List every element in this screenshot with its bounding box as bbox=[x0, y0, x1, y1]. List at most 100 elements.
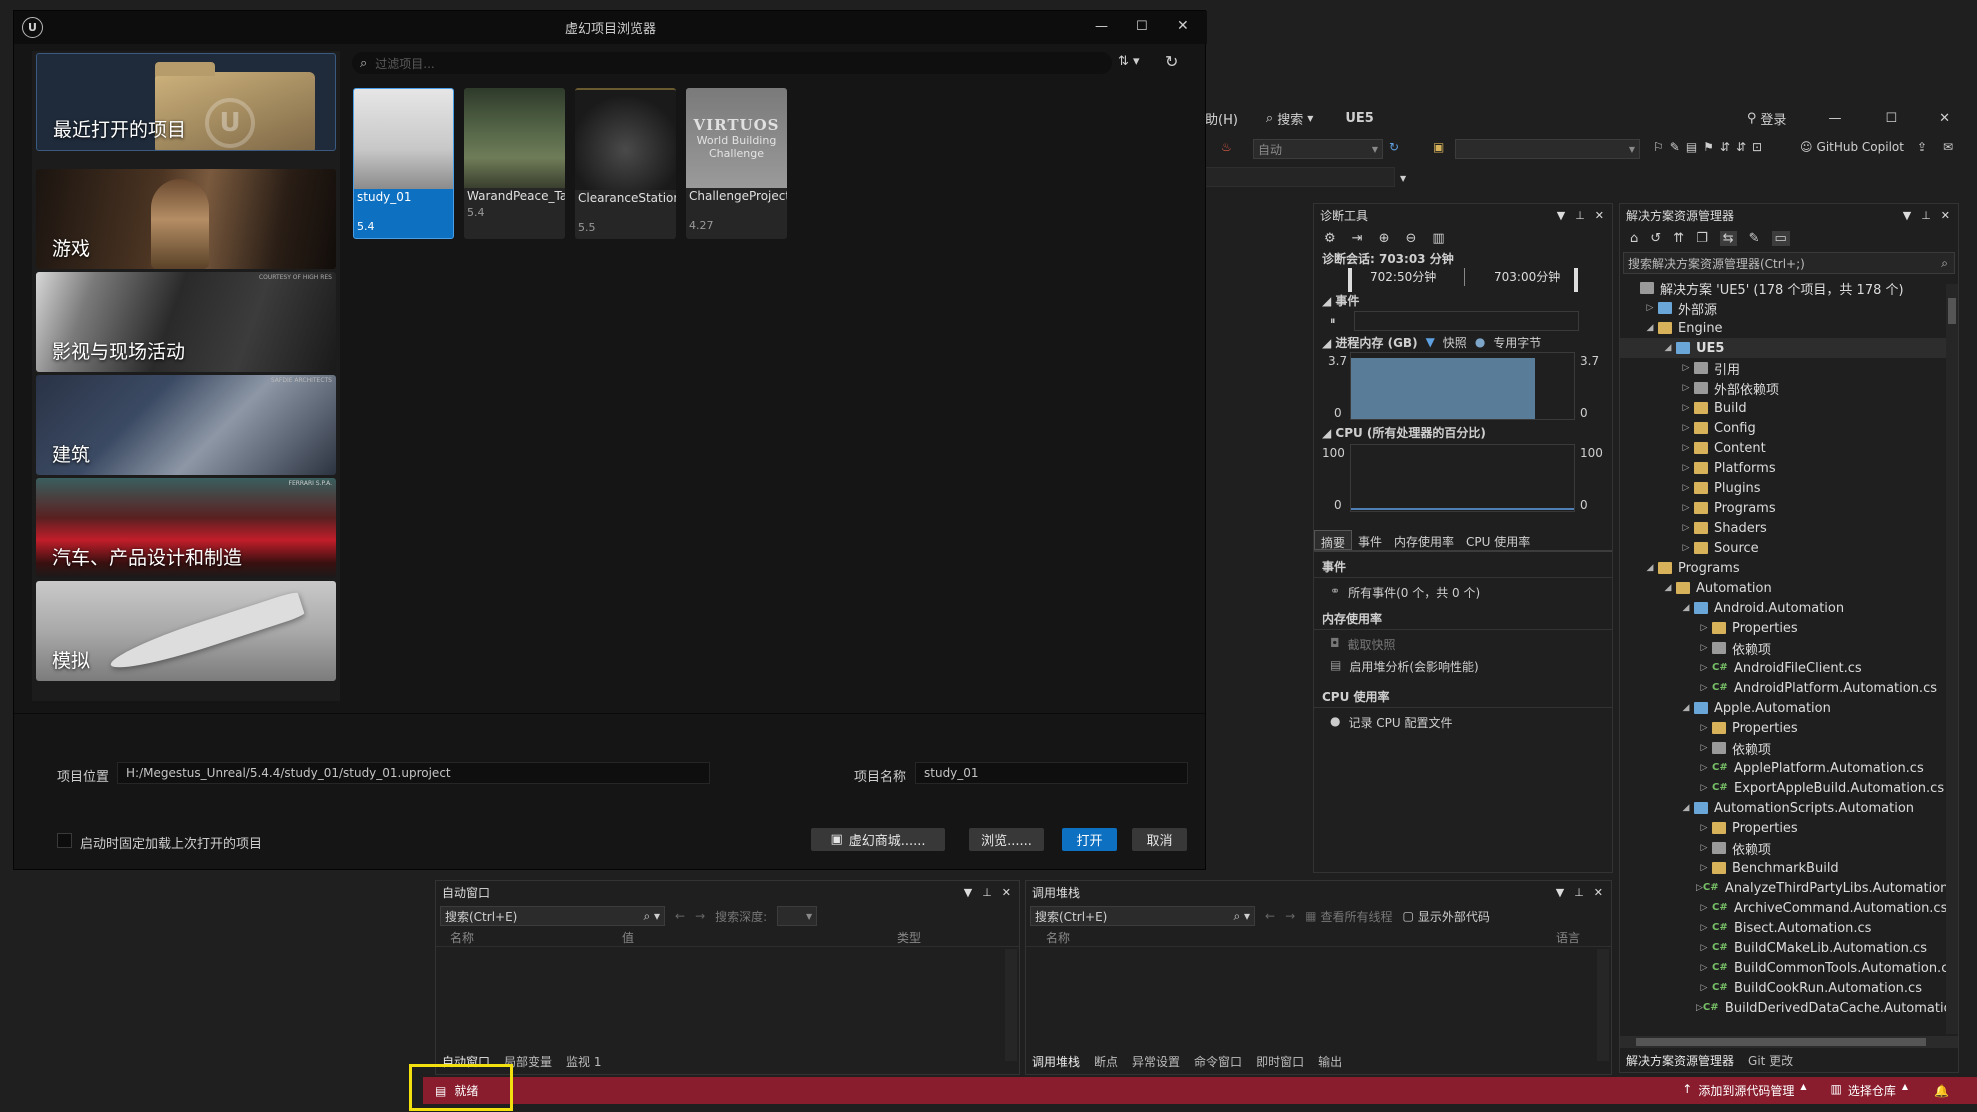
open-button[interactable]: 打开 bbox=[1062, 828, 1117, 851]
expand-arrow-icon[interactable]: ▷ bbox=[1678, 443, 1694, 453]
tab-git-changes[interactable]: Git 更改 bbox=[1748, 1052, 1793, 1069]
project-challengeproject[interactable]: VIRTUOS World Building Challenge Challen… bbox=[686, 88, 787, 239]
expand-arrow-icon[interactable]: ▷ bbox=[1678, 403, 1694, 413]
pin-icon[interactable]: ⊥ bbox=[1575, 209, 1585, 222]
sort-button[interactable]: ⇅ ▾ bbox=[1118, 54, 1140, 69]
expand-arrow-icon[interactable]: ◢ bbox=[1678, 703, 1694, 713]
secondary-combo[interactable] bbox=[1205, 167, 1395, 187]
tree-item[interactable]: ▷ Plugins bbox=[1620, 478, 1958, 498]
menu-help[interactable]: 助(H) bbox=[1205, 109, 1238, 128]
project-location-field[interactable]: H:/Megestus_Unreal/5.4.4/study_01/study_… bbox=[117, 762, 710, 784]
tree-item[interactable]: ▷ Programs bbox=[1620, 498, 1958, 518]
diag-timeline[interactable]: 702:50分钟 703:00分钟 bbox=[1348, 268, 1578, 292]
marketplace-button[interactable]: ▣ 虚幻商城...... bbox=[811, 828, 945, 851]
expand-arrow-icon[interactable]: ▷ bbox=[1678, 383, 1694, 393]
tree-item[interactable]: ▷ 依赖项 bbox=[1620, 738, 1958, 758]
login-button[interactable]: ⚲ 登录 bbox=[1747, 109, 1787, 128]
home-icon[interactable]: ⌂ bbox=[1630, 231, 1638, 246]
se-vscrollbar[interactable] bbox=[1946, 284, 1958, 1034]
maximize-button[interactable]: ☐ bbox=[1136, 19, 1148, 34]
all-threads-button[interactable]: 查看所有线程 bbox=[1320, 908, 1392, 925]
pin-icon[interactable]: ⊥ bbox=[1574, 886, 1584, 899]
tree-item[interactable]: ◢ Android.Automation bbox=[1620, 598, 1958, 618]
tree-item[interactable]: ▷ Properties bbox=[1620, 718, 1958, 738]
tree-item[interactable]: ▷ C# BuildCMakeLib.Automation.cs bbox=[1620, 938, 1958, 958]
back-arrow-icon[interactable]: ← bbox=[1265, 909, 1275, 923]
refresh-button[interactable]: ↻ bbox=[1165, 52, 1178, 71]
source-control-button[interactable]: ↑ 添加到源代码管理 ▲ bbox=[1682, 1082, 1806, 1099]
project-clearancestation[interactable]: ClearanceStation 5.5 bbox=[575, 88, 676, 239]
close-icon[interactable]: ✕ bbox=[1002, 886, 1011, 899]
tree-item[interactable]: ▷ Properties bbox=[1620, 818, 1958, 838]
tree-item[interactable]: ▷ C# AndroidPlatform.Automation.cs bbox=[1620, 678, 1958, 698]
tree-item[interactable]: ◢ UE5 bbox=[1620, 338, 1958, 358]
col-name[interactable]: 名称 bbox=[1026, 929, 1556, 946]
record-cpu-row[interactable]: ● 记录 CPU 配置文件 bbox=[1314, 708, 1612, 734]
chart-icon[interactable]: ▥ bbox=[1432, 231, 1444, 246]
minimize-button[interactable]: — bbox=[1828, 111, 1841, 126]
run-icon[interactable]: ♨ bbox=[1221, 140, 1232, 154]
tab-summary[interactable]: 摘要 bbox=[1314, 530, 1353, 550]
expand-arrow-icon[interactable]: ▷ bbox=[1642, 303, 1658, 313]
expand-arrow-icon[interactable]: ▷ bbox=[1696, 823, 1712, 833]
tab-command-window[interactable]: 命令窗口 bbox=[1194, 1053, 1242, 1070]
tab-output[interactable]: 输出 bbox=[1318, 1053, 1342, 1070]
pause-icon[interactable]: ⏸ bbox=[1330, 314, 1336, 328]
category-recent[interactable]: U 最近打开的项目 bbox=[36, 53, 336, 151]
cancel-button[interactable]: 取消 bbox=[1132, 828, 1187, 851]
tree-item[interactable]: ▷ Platforms bbox=[1620, 458, 1958, 478]
se-hscrollbar[interactable] bbox=[1620, 1036, 1958, 1048]
expand-arrow-icon[interactable]: ▷ bbox=[1678, 423, 1694, 433]
tree-item[interactable]: ◢ Engine bbox=[1620, 318, 1958, 338]
wrench-icon[interactable]: ✎ bbox=[1749, 231, 1760, 246]
tree-item[interactable]: ▷C#BuildHlslcc.Automation.cs bbox=[1620, 1018, 1958, 1022]
back-arrow-icon[interactable]: ← bbox=[675, 909, 685, 923]
chevron-down-icon[interactable]: ▼ bbox=[1400, 174, 1406, 183]
sync-icon[interactable]: ⇆ bbox=[1719, 230, 1737, 246]
chevron-down-icon[interactable]: ▼ bbox=[964, 886, 972, 899]
expand-arrow-icon[interactable]: ▷ bbox=[1696, 963, 1712, 973]
project-study-01[interactable]: study_01 5.4 bbox=[353, 88, 454, 239]
expand-arrow-icon[interactable]: ▷ bbox=[1696, 923, 1712, 933]
expand-arrow-icon[interactable]: ▷ bbox=[1696, 843, 1712, 853]
expand-arrow-icon[interactable]: ◢ bbox=[1660, 583, 1676, 593]
category-automotive[interactable]: FERRARI S.P.A. 汽车、产品设计和制造 bbox=[36, 478, 336, 578]
se-search-box[interactable]: 搜索解决方案资源管理器(Ctrl+;) ⌕ bbox=[1623, 252, 1955, 274]
expand-arrow-icon[interactable]: ▷ bbox=[1678, 503, 1694, 513]
autos-search[interactable]: 搜索(Ctrl+E) ⌕ ▾ bbox=[440, 906, 665, 926]
tree-item[interactable]: ▷ C# BuildCookRun.Automation.cs bbox=[1620, 978, 1958, 998]
forward-arrow-icon[interactable]: → bbox=[1285, 909, 1295, 923]
copilot-button[interactable]: ☺ GitHub Copilot bbox=[1800, 140, 1904, 154]
refresh-icon[interactable]: ↻ bbox=[1389, 140, 1399, 154]
col-name[interactable]: 名称 bbox=[436, 929, 616, 946]
maximize-button[interactable]: ☐ bbox=[1885, 111, 1897, 126]
expand-arrow-icon[interactable]: ▷ bbox=[1696, 663, 1712, 673]
expand-arrow-icon[interactable]: ▷ bbox=[1696, 743, 1712, 753]
tree-item[interactable]: ▷ 外部源 bbox=[1620, 298, 1958, 318]
browse-button[interactable]: 浏览...... bbox=[969, 828, 1044, 851]
tree-item[interactable]: ▷ 外部依赖项 bbox=[1620, 378, 1958, 398]
tree-item[interactable]: ▷ C# AndroidFileClient.cs bbox=[1620, 658, 1958, 678]
show-external-code[interactable]: 显示外部代码 bbox=[1418, 908, 1490, 925]
expand-arrow-icon[interactable]: ▷ bbox=[1678, 523, 1694, 533]
tree-item[interactable]: ▷ 引用 bbox=[1620, 358, 1958, 378]
tab-watch1[interactable]: 监视 1 bbox=[566, 1053, 601, 1070]
category-simulation[interactable]: 模拟 bbox=[36, 581, 336, 681]
tree-item[interactable]: ▷ 依赖项 bbox=[1620, 838, 1958, 858]
expand-arrow-icon[interactable]: ◢ bbox=[1678, 603, 1694, 613]
expand-arrow-icon[interactable]: ▷ bbox=[1696, 623, 1712, 633]
tree-item[interactable]: ▷ Config bbox=[1620, 418, 1958, 438]
expand-arrow-icon[interactable]: ▷ bbox=[1696, 883, 1703, 893]
expand-arrow-icon[interactable]: ▷ bbox=[1696, 943, 1712, 953]
expand-arrow-icon[interactable]: ▷ bbox=[1696, 983, 1712, 993]
tab-solution-explorer[interactable]: 解决方案资源管理器 bbox=[1626, 1052, 1734, 1069]
gear-icon[interactable]: ⚙ bbox=[1324, 231, 1336, 246]
tree-item[interactable]: ▷ C# Bisect.Automation.cs bbox=[1620, 918, 1958, 938]
tab-callstack[interactable]: 调用堆栈 bbox=[1032, 1053, 1080, 1070]
category-games[interactable]: 游戏 bbox=[36, 169, 336, 269]
tab-exception-settings[interactable]: 异常设置 bbox=[1132, 1053, 1180, 1070]
tree-item[interactable]: ◢ Apple.Automation bbox=[1620, 698, 1958, 718]
callstack-search[interactable]: 搜索(Ctrl+E) ⌕ ▾ bbox=[1030, 906, 1255, 926]
expand-arrow-icon[interactable]: ▷ bbox=[1696, 783, 1712, 793]
category-film[interactable]: COURTESY OF HIGH RES 影视与现场活动 bbox=[36, 272, 336, 372]
